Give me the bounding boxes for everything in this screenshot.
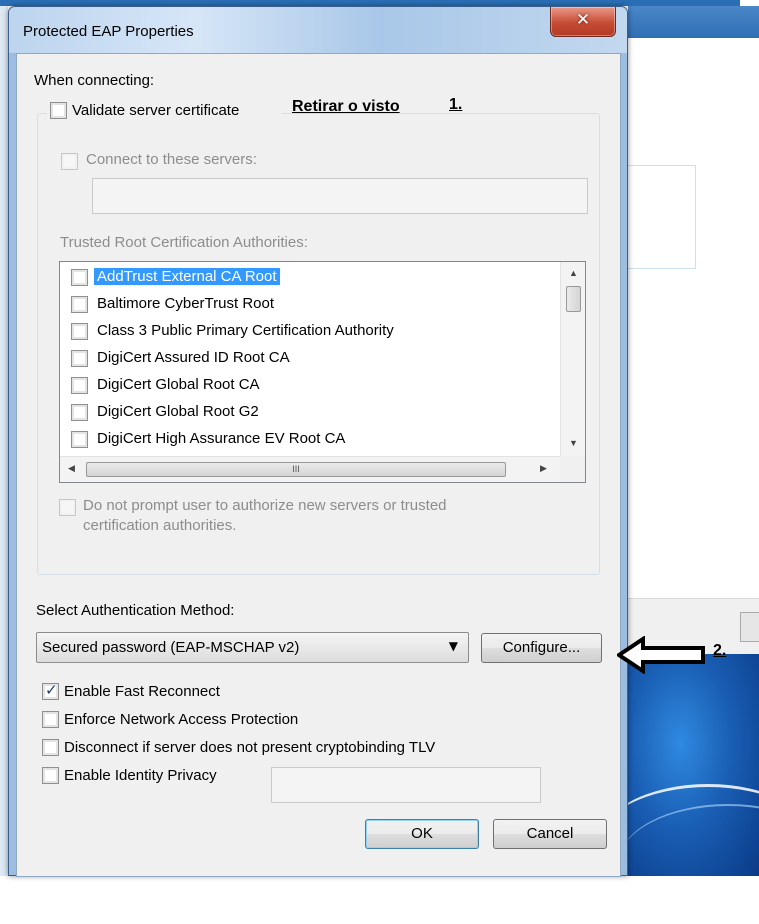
annotation-step-2: 2.	[713, 642, 727, 659]
do-not-prompt-label-line1: Do not prompt user to authorize new serv…	[83, 497, 447, 514]
list-item-label: Class 3 Public Primary Certification Aut…	[97, 322, 394, 339]
list-item[interactable]: AddTrust External CA Root	[60, 264, 560, 291]
list-item[interactable]: DigiCert Global Root CA	[60, 372, 560, 399]
background-window-content	[628, 38, 759, 600]
validate-server-certificate-label: Validate server certificate	[72, 102, 240, 119]
background-window-titlebar	[628, 6, 759, 38]
auth-method-dropdown[interactable]: Secured password (EAP-MSCHAP v2) ▼	[36, 632, 469, 663]
dialog-title: Protected EAP Properties	[23, 23, 194, 40]
do-not-prompt-label-line2: certification authorities.	[83, 517, 237, 534]
protected-eap-properties-dialog: Protected EAP Properties ✕ When connecti…	[8, 6, 628, 877]
enable-identity-privacy-checkbox[interactable]	[42, 767, 59, 784]
scroll-up-icon[interactable]: ▲	[561, 268, 585, 278]
list-item[interactable]: Baltimore CyberTrust Root	[60, 291, 560, 318]
list-item-label: DigiCert High Assurance EV Root CA	[97, 430, 346, 447]
left-arrow-icon	[617, 636, 705, 674]
connect-to-servers-checkbox[interactable]	[61, 153, 78, 170]
servers-input[interactable]	[92, 178, 588, 214]
auth-method-value: Secured password (EAP-MSCHAP v2)	[42, 639, 300, 656]
enable-fast-reconnect-checkbox[interactable]	[42, 681, 59, 700]
annotation-step-1: 1.	[449, 96, 463, 113]
dialog-content: When connecting: Validate server certifi…	[16, 53, 621, 877]
title-bar[interactable]: Protected EAP Properties ✕	[9, 7, 627, 53]
background-input-box	[628, 165, 696, 269]
vertical-scroll-thumb[interactable]	[566, 286, 581, 312]
enable-identity-privacy-label: Enable Identity Privacy	[64, 767, 217, 784]
horizontal-scrollbar[interactable]: ◀ III ▶	[60, 456, 560, 482]
chevron-down-icon[interactable]: ▼	[449, 639, 458, 653]
list-item-label: DigiCert Global Root CA	[97, 376, 260, 393]
enforce-nap-label: Enforce Network Access Protection	[64, 711, 299, 728]
list-item[interactable]: DigiCert Assured ID Root CA	[60, 345, 560, 372]
desktop-wallpaper	[598, 654, 759, 876]
annotation-retirar-o-visto: Retirar o visto	[292, 98, 400, 115]
trusted-root-list[interactable]: AddTrust External CA Root Baltimore Cybe…	[59, 261, 586, 483]
validate-checkbox-box[interactable]	[50, 102, 67, 119]
identity-privacy-input[interactable]	[271, 767, 541, 803]
scroll-left-icon[interactable]: ◀	[68, 463, 75, 474]
list-item-label: AddTrust External CA Root	[94, 268, 280, 285]
connect-to-servers-label: Connect to these servers:	[86, 151, 257, 168]
list-item-checkbox[interactable]	[71, 431, 88, 448]
list-item-label: DigiCert Assured ID Root CA	[97, 349, 290, 366]
cancel-button[interactable]: Cancel	[493, 819, 607, 849]
list-item-label: Baltimore CyberTrust Root	[97, 295, 274, 312]
enforce-nap-checkbox[interactable]	[42, 711, 59, 728]
trusted-root-label: Trusted Root Certification Authorities:	[60, 234, 308, 251]
scroll-right-icon[interactable]: ▶	[540, 463, 547, 474]
close-button[interactable]: ✕	[550, 7, 616, 37]
disconnect-cryptobinding-label: Disconnect if server does not present cr…	[64, 739, 436, 756]
select-auth-method-label: Select Authentication Method:	[36, 602, 235, 619]
do-not-prompt-checkbox[interactable]	[59, 499, 76, 516]
enable-fast-reconnect-label: Enable Fast Reconnect	[64, 683, 220, 700]
ok-button[interactable]: OK	[365, 819, 479, 849]
list-item-checkbox[interactable]	[71, 323, 88, 340]
disconnect-cryptobinding-checkbox[interactable]	[42, 739, 59, 756]
background-left-edge	[0, 6, 8, 876]
list-item-checkbox[interactable]	[71, 296, 88, 313]
background-button	[740, 612, 759, 642]
vertical-scrollbar[interactable]: ▲ ▼	[560, 262, 585, 456]
configure-button[interactable]: Configure...	[481, 633, 602, 663]
close-icon: ✕	[575, 10, 591, 30]
list-item[interactable]: Class 3 Public Primary Certification Aut…	[60, 318, 560, 345]
list-item-checkbox[interactable]	[71, 377, 88, 394]
list-item[interactable]: DigiCert Global Root G2	[60, 399, 560, 426]
scroll-down-icon[interactable]: ▼	[561, 438, 585, 448]
list-item-checkbox[interactable]	[71, 269, 88, 286]
list-item-label: DigiCert Global Root G2	[97, 403, 259, 420]
list-item-checkbox[interactable]	[71, 350, 88, 367]
when-connecting-label: When connecting:	[34, 72, 155, 89]
list-item-checkbox[interactable]	[71, 404, 88, 421]
scrollbar-corner	[560, 456, 585, 482]
list-item[interactable]: DigiCert High Assurance EV Root CA	[60, 426, 560, 453]
validate-server-certificate-checkbox[interactable]: Validate server certificate	[47, 99, 282, 123]
horizontal-scroll-thumb[interactable]: III	[86, 462, 506, 477]
